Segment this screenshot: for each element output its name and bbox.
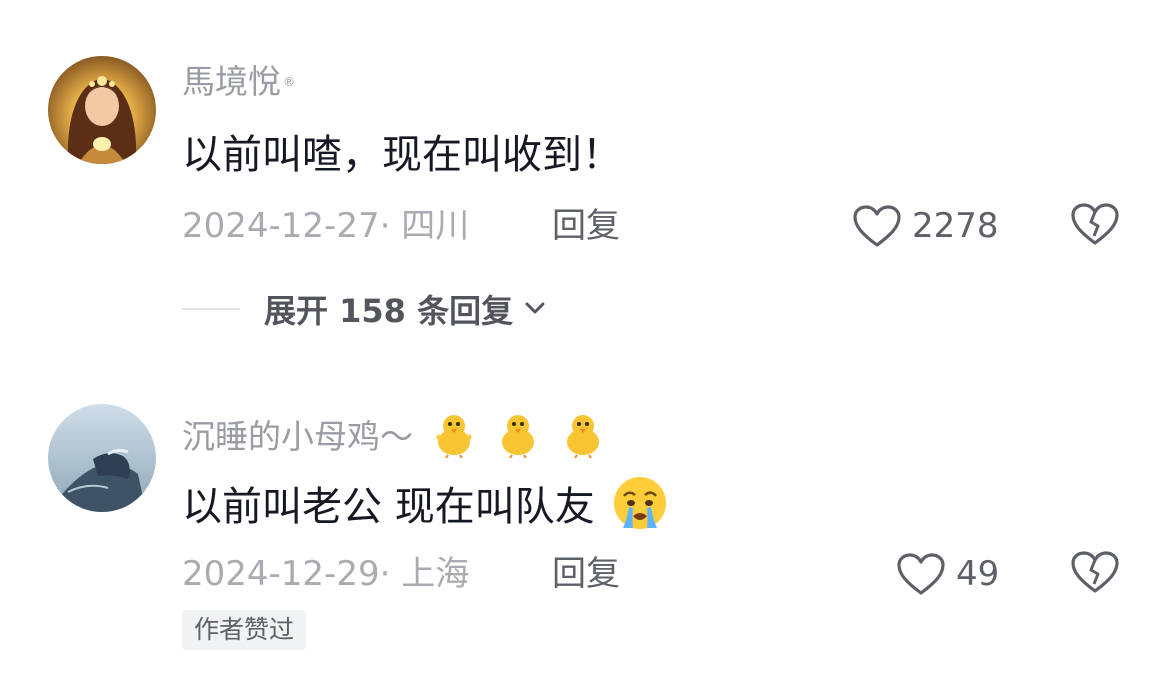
divider-line <box>182 308 240 310</box>
baby-chick-icon <box>559 410 607 467</box>
expand-replies-label[interactable]: 展开 158 条回复 <box>264 286 513 332</box>
comment-text: 以前叫老公 现在叫队友 <box>182 474 669 544</box>
expand-replies-button[interactable]: 展开 158 条回复 <box>182 286 547 332</box>
date-location: 2024-12-29· 上海 <box>182 554 470 594</box>
username-mark: ® <box>283 75 295 89</box>
avatar[interactable] <box>48 56 156 164</box>
author-liked-badge: 作者赞过 <box>182 610 307 650</box>
username-text[interactable]: 馬境悅 <box>182 62 281 101</box>
broken-heart-icon <box>1071 203 1119 245</box>
like-button[interactable]: 2278 <box>852 204 999 248</box>
heart-outline-icon <box>897 553 945 595</box>
chevron-down-icon[interactable] <box>523 290 547 328</box>
broken-heart-icon <box>1071 551 1119 593</box>
like-count: 2278 <box>912 206 999 246</box>
like-button[interactable]: 49 <box>896 552 999 596</box>
dislike-button[interactable] <box>1070 550 1120 598</box>
baby-chick-icon <box>430 410 478 467</box>
dislike-button[interactable] <box>1070 202 1120 250</box>
date-location: 2024-12-27· 四川 <box>182 206 470 246</box>
username[interactable]: 馬境悅 ® <box>182 62 295 102</box>
reply-button[interactable]: 回复 <box>552 206 620 246</box>
comment-text-body: 以前叫老公 现在叫队友 <box>182 484 595 530</box>
reply-button[interactable]: 回复 <box>552 554 620 594</box>
heart-outline-icon <box>853 205 901 247</box>
like-count: 49 <box>956 554 1000 594</box>
comment-text: 以前叫喳，现在叫收到！ <box>182 132 622 178</box>
avatar[interactable] <box>48 404 156 512</box>
crying-face-icon <box>611 474 669 544</box>
username[interactable]: 沉睡的小母鸡～ <box>182 410 607 467</box>
baby-chick-icon <box>494 410 542 467</box>
username-text[interactable]: 沉睡的小母鸡～ <box>182 417 413 456</box>
